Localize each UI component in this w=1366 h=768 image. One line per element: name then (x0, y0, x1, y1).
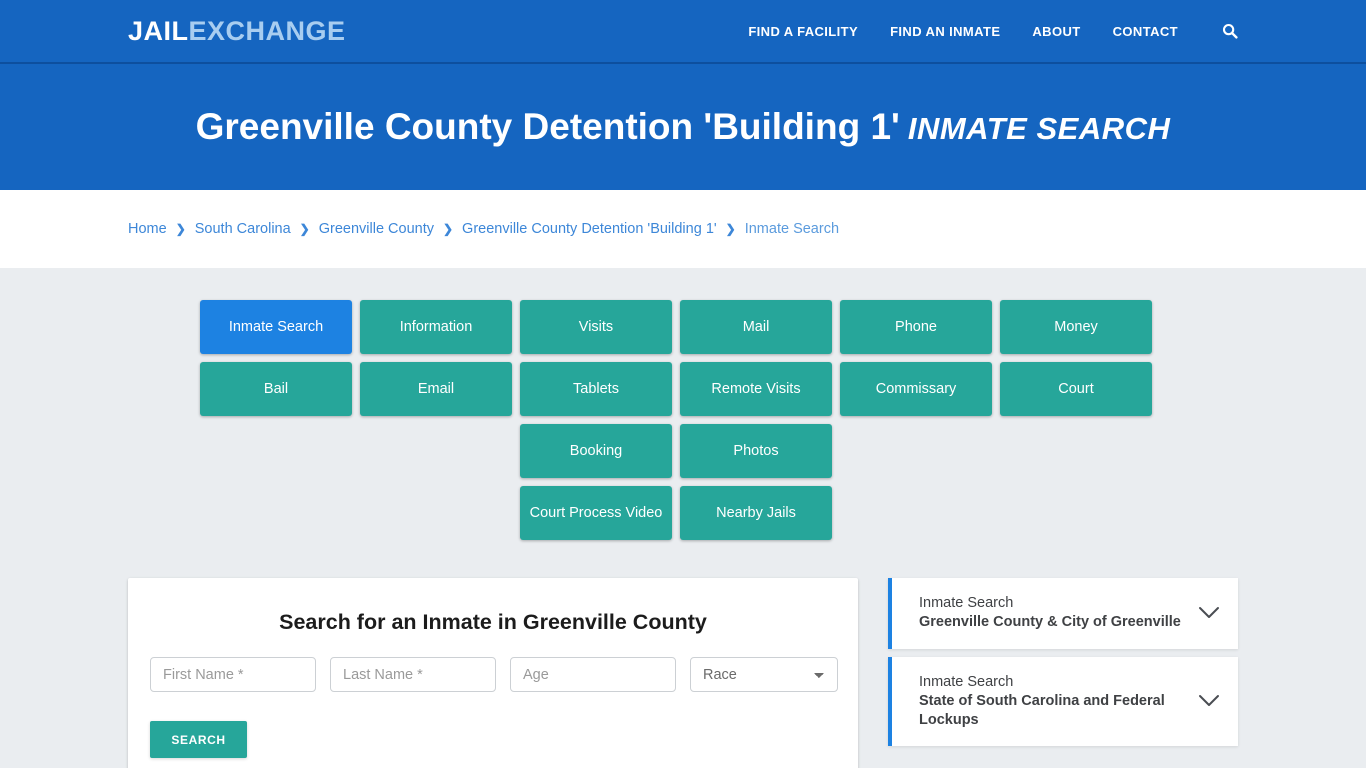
page-title-sub: INMATE SEARCH (907, 110, 1171, 146)
accordion-subtitle: Greenville County & City of Greenville (919, 614, 1181, 631)
age-input[interactable] (510, 657, 676, 692)
inmate-search-form-card: Search for an Inmate in Greenville Count… (128, 578, 858, 768)
race-select[interactable]: Race (690, 657, 838, 692)
lower-section: Search for an Inmate in Greenville Count… (128, 578, 1238, 768)
tab-commissary[interactable]: Commissary (840, 362, 992, 416)
main-content: Inmate Search Information Visits Mail Ph… (0, 268, 1366, 768)
nav-about[interactable]: ABOUT (1032, 24, 1080, 39)
chevron-down-icon[interactable] (1196, 606, 1222, 620)
tab-phone[interactable]: Phone (840, 300, 992, 354)
nav-contact[interactable]: CONTACT (1113, 24, 1178, 39)
tab-booking[interactable]: Booking (520, 424, 672, 478)
accordion-inmate-search-county[interactable]: Inmate Search Greenville County & City o… (888, 578, 1238, 649)
tab-court-process-video[interactable]: Court Process Video (520, 486, 672, 540)
accordion-subtitle: State of South Carolina and Federal Lock… (919, 692, 1165, 729)
breadcrumb-item-current: Inmate Search (744, 221, 840, 237)
breadcrumb-item-state[interactable]: South Carolina (195, 221, 291, 237)
nav-find-an-inmate[interactable]: FIND AN INMATE (890, 24, 1000, 39)
tab-inmate-search[interactable]: Inmate Search (200, 300, 352, 354)
chevron-down-icon[interactable] (1196, 694, 1222, 708)
breadcrumb-item-home[interactable]: Home (128, 221, 167, 237)
tab-bail[interactable]: Bail (200, 362, 352, 416)
tab-email[interactable]: Email (360, 362, 512, 416)
first-name-input[interactable] (150, 657, 316, 692)
tab-nearby-jails[interactable]: Nearby Jails (680, 486, 832, 540)
search-fields-row: Race (148, 657, 838, 692)
breadcrumb: Home ❯ South Carolina ❯ Greenville Count… (128, 221, 839, 237)
breadcrumb-item-county[interactable]: Greenville County (319, 221, 434, 237)
tab-visits[interactable]: Visits (520, 300, 672, 354)
main-navigation: FIND A FACILITY FIND AN INMATE ABOUT CON… (748, 23, 1238, 39)
breadcrumb-bar: Home ❯ South Carolina ❯ Greenville Count… (0, 190, 1366, 268)
tab-information[interactable]: Information (360, 300, 512, 354)
search-form-heading: Search for an Inmate in Greenville Count… (279, 610, 707, 634)
breadcrumb-item-facility[interactable]: Greenville County Detention 'Building 1' (462, 221, 717, 237)
page-title-main: Greenville County Detention 'Building 1' (195, 105, 900, 147)
chevron-right-icon: ❯ (175, 222, 186, 236)
tab-tablets[interactable]: Tablets (520, 362, 672, 416)
search-icon[interactable] (1222, 23, 1238, 39)
nav-find-a-facility[interactable]: FIND A FACILITY (748, 24, 858, 39)
facility-section-tabs-row3: Court Process Video Nearby Jails (128, 486, 1224, 540)
chevron-right-icon: ❯ (299, 222, 310, 236)
accordion-title: Inmate Search (919, 673, 1014, 690)
facility-section-tabs: Inmate Search Information Visits Mail Ph… (128, 300, 1224, 478)
logo-text-jail: JAIL (128, 15, 189, 46)
accordion-text: Inmate Search State of South Carolina an… (919, 673, 1188, 731)
site-header: JAILEXCHANGE FIND A FACILITY FIND AN INM… (0, 0, 1366, 64)
tab-court[interactable]: Court (1000, 362, 1152, 416)
accordion-inmate-search-state[interactable]: Inmate Search State of South Carolina an… (888, 656, 1238, 747)
sidebar: Inmate Search Greenville County & City o… (888, 578, 1238, 768)
accordion-text: Inmate Search Greenville County & City o… (919, 594, 1188, 633)
chevron-right-icon: ❯ (725, 222, 736, 236)
main-column: Search for an Inmate in Greenville Count… (128, 578, 858, 768)
chevron-right-icon: ❯ (442, 222, 454, 236)
site-logo[interactable]: JAILEXCHANGE (128, 15, 346, 46)
last-name-input[interactable] (330, 657, 496, 692)
page-title-banner: Greenville County Detention 'Building 1'… (0, 64, 1366, 190)
tab-remote-visits[interactable]: Remote Visits (680, 362, 832, 416)
logo-text-exchange: EXCHANGE (188, 15, 346, 46)
tab-money[interactable]: Money (1000, 300, 1152, 354)
page-title: Greenville County Detention 'Building 1'… (196, 106, 1171, 149)
search-button[interactable]: SEARCH (150, 721, 247, 758)
tab-mail[interactable]: Mail (680, 300, 832, 354)
accordion-title: Inmate Search (919, 595, 1014, 611)
tab-photos[interactable]: Photos (680, 424, 832, 478)
